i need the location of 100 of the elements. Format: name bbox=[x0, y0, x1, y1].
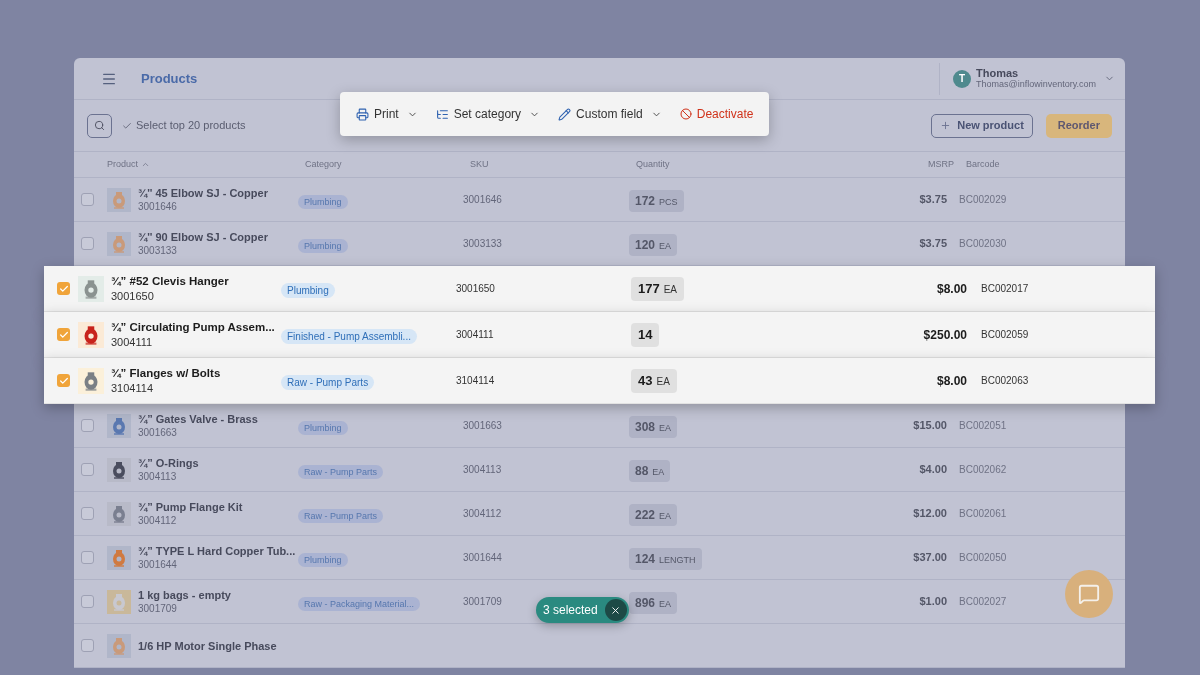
quantity-value: 896 bbox=[635, 594, 656, 612]
row-checkbox[interactable] bbox=[81, 193, 94, 206]
printer-icon bbox=[356, 107, 369, 121]
bulk-action-button[interactable]: Custom field bbox=[558, 105, 662, 123]
msrp-cell-text: $12.00 bbox=[912, 506, 947, 522]
column-header[interactable]: Category bbox=[305, 157, 470, 172]
quantity-value: 88 bbox=[635, 462, 649, 480]
sku-cell-text: 3001663 bbox=[463, 419, 503, 433]
clear-selection-button[interactable] bbox=[604, 599, 627, 621]
product-code: 3001663 bbox=[138, 426, 178, 439]
plus-icon bbox=[940, 120, 952, 131]
row-checkbox[interactable] bbox=[81, 551, 94, 564]
row-checkbox[interactable] bbox=[81, 419, 94, 432]
msrp-cell-text: $3.75 bbox=[918, 236, 947, 252]
category-tag: Raw - Pump Parts bbox=[298, 465, 384, 480]
sku-cell-text: 3001646 bbox=[463, 193, 503, 207]
page-title: Products bbox=[141, 69, 198, 88]
row-checkbox[interactable] bbox=[81, 463, 94, 476]
product-code: 3003133 bbox=[138, 244, 178, 257]
sku-cell-text: 3004113 bbox=[463, 463, 503, 477]
barcode-cell-text: BC002059 bbox=[981, 328, 1029, 342]
search-button[interactable] bbox=[87, 113, 112, 138]
sku-cell-text: 3004111 bbox=[456, 328, 495, 342]
search-icon bbox=[94, 120, 105, 131]
table-row[interactable]: ¾” Circulating Pump Assem... 3004111 Finished - Pump Assembli... 3004111 14 $250.00 BC002059 bbox=[44, 312, 1155, 358]
user-name: Thomas bbox=[976, 67, 1020, 79]
category-tag: Plumbing bbox=[298, 239, 348, 254]
sku-cell-text: 3001650 bbox=[456, 282, 496, 296]
quantity-unit: EA bbox=[659, 597, 672, 611]
sku-cell-text: 3104114 bbox=[456, 374, 496, 388]
category-tag: Plumbing bbox=[281, 282, 335, 298]
check-icon bbox=[58, 375, 69, 386]
quantity-unit: PCS bbox=[659, 195, 678, 209]
column-header[interactable]: Product bbox=[107, 157, 305, 172]
product-name: ¾'' 45 Elbow SJ - Copper bbox=[138, 186, 269, 200]
quantity-unit: EA bbox=[663, 283, 678, 298]
quantity-unit: EA bbox=[659, 421, 672, 435]
barcode-cell-text: BC002027 bbox=[959, 595, 1007, 609]
row-checkbox[interactable] bbox=[81, 639, 94, 652]
barcode-cell-text: BC002029 bbox=[959, 193, 1007, 207]
product-name: ¾” Flanges w/ Bolts bbox=[111, 366, 222, 381]
sku-cell-text: 3004112 bbox=[463, 507, 503, 521]
barcode-cell-text: BC002017 bbox=[981, 282, 1029, 296]
category-tag: Raw - Pump Parts bbox=[281, 374, 375, 390]
msrp-cell-text: $3.75 bbox=[918, 192, 947, 208]
product-code: 3004113 bbox=[138, 470, 178, 483]
sku-cell-text: 3001709 bbox=[463, 595, 503, 609]
product-name: 1 kg bags - empty bbox=[138, 588, 232, 602]
quantity-value: 172 bbox=[635, 192, 656, 210]
quantity-value: 120 bbox=[635, 236, 656, 254]
row-checkbox[interactable] bbox=[81, 507, 94, 520]
product-name: ¾” Circulating Pump Assem... bbox=[111, 320, 276, 335]
quantity-value: 222 bbox=[635, 506, 656, 524]
product-code: 3001650 bbox=[111, 289, 155, 303]
user-avatar[interactable]: T bbox=[953, 69, 971, 88]
table-row[interactable]: ¾” #52 Clevis Hanger 3001650 Plumbing 3001650 177 EA $8.00 BC002017 bbox=[44, 266, 1155, 312]
check-icon bbox=[58, 283, 69, 294]
product-name: ¾” TYPE L Hard Copper Tub... bbox=[138, 544, 297, 558]
row-checkbox[interactable] bbox=[57, 282, 70, 295]
chat-icon bbox=[1078, 583, 1100, 605]
product-code: 3004111 bbox=[111, 335, 154, 349]
category-tag: Finished - Pump Assembli... bbox=[281, 328, 417, 344]
pencil-icon bbox=[558, 107, 572, 121]
quantity-unit: EA bbox=[652, 465, 665, 479]
category-tag: Plumbing bbox=[298, 195, 348, 210]
quantity-value: 14 bbox=[638, 326, 653, 345]
row-checkbox[interactable] bbox=[81, 595, 94, 608]
msrp-cell-text: $4.00 bbox=[918, 462, 947, 478]
msrp-cell-text: $1.00 bbox=[918, 594, 947, 610]
ban-icon bbox=[679, 108, 692, 120]
product-name: ¾” Pump Flange Kit bbox=[138, 500, 244, 514]
list-icon bbox=[435, 107, 449, 121]
quantity-value: 308 bbox=[635, 418, 656, 436]
table-row[interactable]: 1/6 HP Motor Single Phase bbox=[74, 624, 1125, 668]
row-checkbox[interactable] bbox=[81, 237, 94, 250]
row-checkbox[interactable] bbox=[57, 328, 70, 341]
msrp-cell-text: $8.00 bbox=[935, 372, 967, 390]
sku-cell-text: 3001644 bbox=[463, 551, 503, 565]
column-header[interactable]: SKU bbox=[470, 157, 636, 172]
quantity-unit: LENGTH bbox=[659, 553, 696, 567]
quantity-unit: EA bbox=[656, 375, 670, 390]
bulk-action-button[interactable]: Print bbox=[356, 105, 418, 123]
product-code: 3004112 bbox=[138, 514, 178, 527]
sku-cell-text: 3003133 bbox=[463, 237, 503, 251]
product-name: ¾” #52 Clevis Hanger bbox=[111, 274, 230, 289]
select-top-link[interactable]: Select top 20 products bbox=[122, 117, 246, 134]
barcode-cell-text: BC002062 bbox=[959, 463, 1007, 477]
quantity-value: 43 bbox=[638, 372, 653, 391]
category-tag: Plumbing bbox=[298, 421, 348, 436]
column-header[interactable]: MSRP bbox=[880, 157, 954, 172]
selection-count: 3 selected bbox=[543, 602, 598, 619]
table-row[interactable]: ¾” Flanges w/ Bolts 3104114 Raw - Pump Parts 3104114 43 EA $8.00 BC002063 bbox=[44, 358, 1155, 404]
column-header[interactable]: Quantity bbox=[636, 157, 880, 172]
bulk-action-button[interactable]: Deactivate bbox=[679, 105, 754, 123]
column-header[interactable]: Barcode bbox=[966, 157, 1000, 172]
reorder-button[interactable]: Reorder bbox=[1045, 113, 1112, 138]
new-product-button[interactable]: New product bbox=[931, 113, 1033, 138]
product-name: ¾'' 90 Elbow SJ - Copper bbox=[138, 230, 269, 244]
bulk-action-button[interactable]: Set category bbox=[435, 105, 541, 123]
row-checkbox[interactable] bbox=[57, 374, 70, 387]
